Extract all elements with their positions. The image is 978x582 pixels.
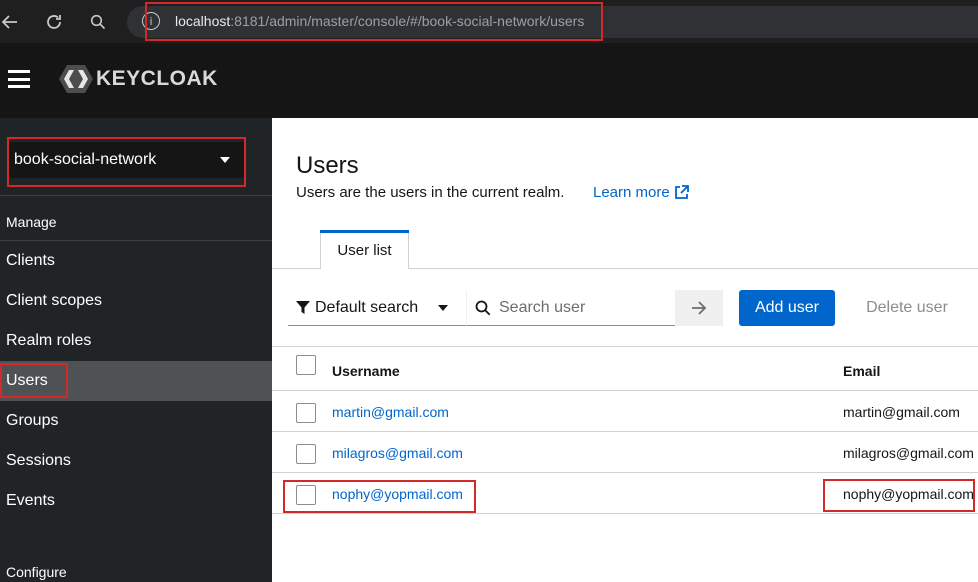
url-host: localhost (175, 13, 231, 29)
sidebar-item-events[interactable]: Events (0, 481, 272, 521)
learn-more-link[interactable]: Learn more (593, 184, 689, 201)
sidebar-item-realm-roles[interactable]: Realm roles (0, 321, 272, 361)
row-divider (272, 513, 978, 514)
reload-icon[interactable] (38, 6, 70, 38)
table-top-border (272, 346, 978, 347)
column-header-email[interactable]: Email (843, 363, 880, 379)
column-header-username[interactable]: Username (332, 363, 400, 379)
nav-section-configure: Configure (6, 564, 67, 580)
row-checkbox[interactable] (296, 485, 316, 505)
search-placeholder: Search user (499, 298, 586, 316)
email-cell: martin@gmail.com (843, 404, 960, 420)
page-description: Users are the users in the current realm… (296, 184, 565, 201)
email-cell: milagros@gmail.com (843, 445, 974, 461)
row-checkbox[interactable] (296, 403, 316, 423)
username-link[interactable]: milagros@gmail.com (332, 445, 463, 461)
tab-user-list[interactable]: User list (320, 230, 409, 269)
url-text[interactable]: localhost:8181/admin/master/console/#/bo… (175, 13, 584, 29)
search-input[interactable]: Search user (466, 290, 675, 326)
sidebar-item-client-scopes[interactable]: Client scopes (0, 281, 272, 321)
nav-section-manage: Manage (6, 214, 57, 230)
caret-down-icon (220, 157, 230, 163)
sidebar-item-users[interactable]: Users (0, 361, 272, 401)
select-all-checkbox[interactable] (296, 355, 316, 375)
back-icon[interactable] (0, 6, 26, 38)
add-user-button[interactable]: Add user (739, 290, 835, 326)
keycloak-logo[interactable]: KEYCLOAK (58, 61, 218, 97)
arrow-right-icon (692, 301, 707, 315)
menu-icon[interactable] (8, 70, 30, 88)
delete-user-button[interactable]: Delete user (856, 290, 958, 326)
search-icon[interactable] (82, 6, 114, 38)
row-checkbox[interactable] (296, 444, 316, 464)
sidebar-item-sessions[interactable]: Sessions (0, 441, 272, 481)
app-header: KEYCLOAK (0, 43, 978, 118)
site-info-icon[interactable]: i (142, 12, 160, 30)
search-submit-button[interactable] (675, 290, 723, 326)
page-title: Users (296, 152, 359, 179)
browser-toolbar: i localhost:8181/admin/master/console/#/… (0, 0, 978, 43)
tab-user-list-label: User list (337, 241, 392, 259)
realm-name: book-social-network (14, 151, 157, 168)
main-content: Users Users are the users in the current… (272, 118, 978, 582)
external-link-icon (674, 185, 689, 199)
sidebar-item-groups[interactable]: Groups (0, 401, 272, 441)
realm-selector[interactable]: book-social-network (8, 142, 246, 178)
logo-text: KEYCLOAK (96, 67, 218, 90)
learn-more-label: Learn more (593, 184, 670, 201)
email-cell: nophy@yopmail.com (843, 486, 974, 502)
sidebar-item-clients[interactable]: Clients (0, 241, 272, 281)
caret-down-icon (438, 305, 448, 311)
row-divider (272, 472, 978, 473)
search-icon (475, 300, 491, 316)
row-divider (272, 390, 978, 391)
url-path: :8181/admin/master/console/#/book-social… (230, 13, 585, 29)
tab-active-indicator (320, 230, 409, 233)
row-divider (272, 431, 978, 432)
divider (0, 195, 272, 196)
search-type-select[interactable]: Default search (288, 290, 466, 326)
username-link[interactable]: nophy@yopmail.com (332, 486, 463, 502)
keycloak-logo-icon (59, 65, 93, 93)
search-type-label: Default search (315, 298, 419, 316)
filter-icon (296, 300, 310, 314)
sidebar: book-social-network Manage Clients Clien… (0, 118, 272, 582)
username-link[interactable]: martin@gmail.com (332, 404, 449, 420)
